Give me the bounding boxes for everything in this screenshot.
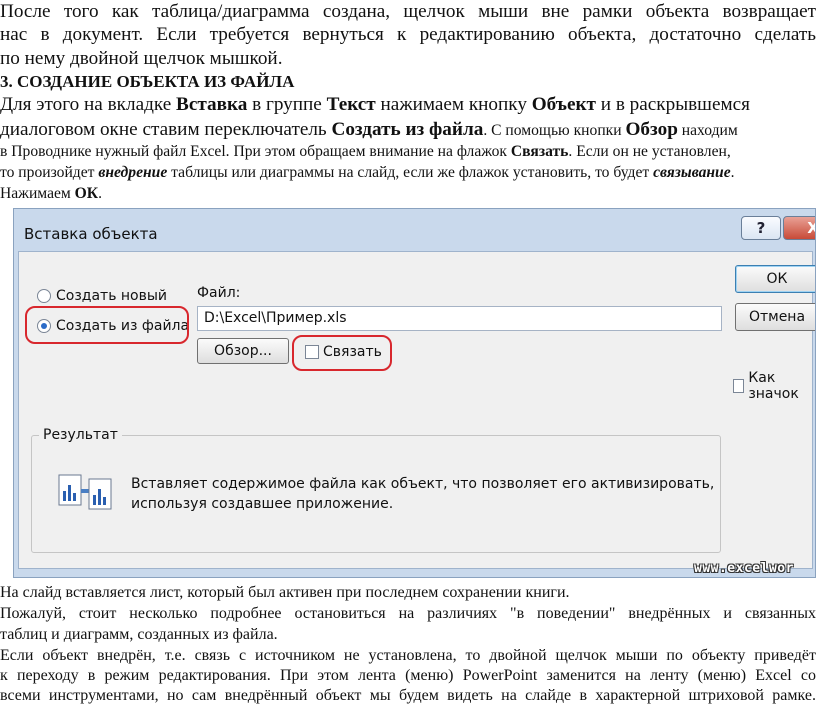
section-line-3: в Проводнике нужный файл Excel. При этом…	[0, 141, 731, 162]
outro-line-6: всеми инструментами, но сам внедрённый о…	[0, 687, 816, 704]
dialog-title: Вставка объекта	[24, 225, 158, 243]
term-linking: связывание	[653, 164, 731, 181]
text: . С помощью кнопки	[483, 122, 626, 139]
highlight-link	[292, 335, 392, 371]
intro-line-2: нас в документ. Если требуется вернуться…	[0, 24, 816, 45]
file-label: Файл:	[197, 285, 241, 301]
text: нажимаем кнопку	[375, 94, 532, 115]
result-line-2: используя создавшее приложение.	[131, 496, 394, 512]
text: Нажимаем	[0, 185, 75, 202]
browse-button[interactable]: Обзор...	[197, 338, 289, 364]
result-description: Вставляет содержимое файла как объект, ч…	[131, 474, 714, 514]
watermark: www.excelwor	[694, 561, 794, 576]
outro-line-2: Пожалуй, стоит несколько подробнее остан…	[0, 605, 816, 622]
outro-line-1: На слайд вставляется лист, который был а…	[0, 584, 570, 601]
section-line-5: Нажимаем ОК.	[0, 183, 102, 204]
term-text-group: Текст	[326, 94, 376, 115]
outro-line-3: таблиц и диаграмм, созданных из файла.	[0, 626, 278, 643]
text: в Проводнике нужный файл Excel. При этом…	[0, 143, 511, 160]
highlight-from-file	[25, 306, 189, 344]
text: диалоговом окне ставим переключатель	[0, 119, 332, 140]
term-link: Связать	[510, 143, 569, 160]
term-insert-tab: Вставка	[176, 94, 248, 115]
file-path-input[interactable]: D:\Excel\Пример.xls	[197, 306, 722, 331]
insert-object-dialog-screenshot: Вставка объекта ? X Создать новый Создат…	[13, 208, 816, 578]
result-line-1: Вставляет содержимое файла как объект, ч…	[131, 476, 715, 492]
text: .	[730, 164, 735, 181]
text: таблицы или диаграммы на слайд, если же …	[167, 164, 654, 181]
section-heading: 3. СОЗДАНИЕ ОБЪЕКТА ИЗ ФАЙЛА	[0, 72, 295, 91]
text: находим	[677, 122, 738, 139]
term-embedding: внедрение	[98, 164, 168, 181]
outro-line-4: Если объект внедрён, т.е. связь с источн…	[0, 647, 816, 664]
result-group-title: Результат	[39, 427, 122, 443]
section-line-4: то произойдет внедрение таблицы или диаг…	[0, 162, 735, 183]
radio-create-new-label: Создать новый	[56, 288, 168, 304]
embedded-chart-icon	[58, 474, 112, 510]
radio-off-icon	[37, 289, 51, 303]
term-browse: Обзор	[625, 119, 678, 140]
title-controls: ? X	[741, 216, 815, 240]
term-object-button: Объект	[531, 94, 596, 115]
intro-line-3: по нему двойной щелчок мышкой.	[0, 48, 283, 69]
section-line-2: диалоговом окне ставим переключатель Соз…	[0, 118, 738, 142]
term-ok: ОК	[74, 185, 99, 202]
outro-line-5: к переходу в режим редактирования. При э…	[0, 667, 816, 684]
dialog-client: Создать новый Создать из файла Файл: D:\…	[18, 251, 815, 569]
close-button[interactable]: X	[783, 216, 815, 240]
section-line-1: Для этого на вкладке Вставка в группе Те…	[0, 94, 750, 116]
text: . Если он не установлен,	[568, 143, 731, 160]
text: и в раскрывшемся	[595, 94, 750, 115]
checkbox-icon	[733, 379, 745, 393]
radio-create-new[interactable]: Создать новый	[37, 288, 167, 304]
help-button[interactable]: ?	[741, 216, 781, 240]
text: то произойдет	[0, 164, 99, 181]
display-as-icon-checkbox[interactable]: Как значок	[733, 370, 812, 402]
ok-button[interactable]: ОК	[735, 265, 815, 293]
intro-line-1: После того как таблица/диаграмма создана…	[0, 1, 816, 22]
display-as-icon-label: Как значок	[748, 370, 799, 402]
cancel-button[interactable]: Отмена	[735, 303, 815, 331]
text: в группе	[247, 94, 327, 115]
text: .	[98, 185, 103, 202]
text: Для этого на вкладке	[0, 94, 177, 115]
term-from-file: Создать из файла	[331, 119, 484, 140]
